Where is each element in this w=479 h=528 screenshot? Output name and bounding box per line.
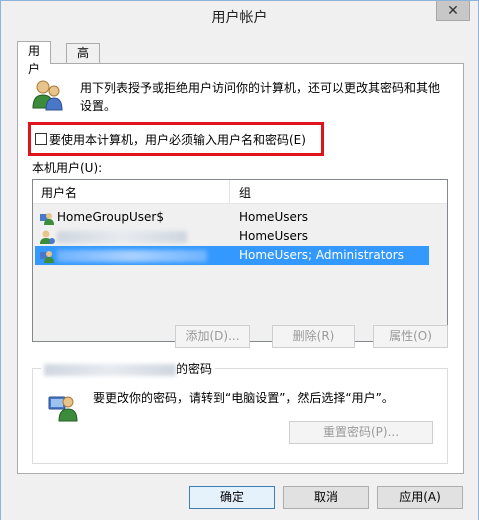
delete-user-button[interactable]: 删除(R) (272, 325, 355, 348)
reset-password-button[interactable]: 重置密码(P)... (289, 421, 433, 444)
window-title: 用户帐户 (211, 10, 268, 26)
user-icon (40, 213, 54, 225)
user-accounts-window: 用户帐户 ✕ 用户 高级 用下列表授予或拒绝用户访问你的计算机，还可以更改其密码… (0, 0, 479, 528)
password-hint-text: 要更改你的密码，请转到“电脑设置”，然后选择“用户”。 (93, 391, 394, 405)
row-group: HomeUsers (239, 229, 309, 243)
row-group: HomeUsers; Administrators (239, 248, 404, 262)
list-header: 用户名 组 (33, 180, 447, 204)
bottom-strip (0, 520, 479, 528)
password-group-title-suffix: 的密码 (176, 362, 213, 376)
users-list[interactable]: 用户名 组 HomeGroupUser$ HomeUsers HomeUsers… (32, 179, 448, 342)
tab-users[interactable]: 用户 (17, 41, 52, 76)
users-list-label: 本机用户(U): (32, 161, 103, 175)
user-icon (40, 230, 55, 244)
column-header-username[interactable]: 用户名 (41, 184, 77, 201)
apply-button[interactable]: 应用(A) (377, 486, 463, 509)
user-key-icon (48, 396, 78, 422)
redacted-username (44, 363, 176, 376)
password-group-title: 的密码 (41, 360, 216, 377)
cancel-button[interactable]: 取消 (283, 486, 369, 509)
row-group: HomeUsers (239, 210, 309, 224)
row-username-redacted (57, 248, 207, 262)
users-icon (32, 80, 63, 111)
add-user-button[interactable]: 添加(D)... (175, 325, 250, 348)
password-groupbox: 的密码 要更改你的密码，请转到“电脑设置”，然后选择“用户”。 重置密码(P).… (32, 360, 448, 464)
close-button[interactable]: ✕ (436, 1, 470, 21)
table-row[interactable]: HomeGroupUser$ HomeUsers (35, 208, 429, 227)
table-row[interactable]: HomeUsers (35, 227, 429, 246)
users-tab-panel: 用下列表授予或拒绝用户访问你的计算机，还可以更改其密码和其他设置。 要使用本计算… (17, 63, 464, 474)
tab-advanced[interactable]: 高级 (66, 43, 101, 78)
ok-button[interactable]: 确定 (189, 486, 275, 509)
close-icon: ✕ (447, 2, 459, 19)
column-header-group[interactable]: 组 (239, 184, 251, 201)
require-password-label[interactable]: 要使用本计算机，用户必须输入用户名和密码(E) (49, 131, 306, 148)
intro-description: 用下列表授予或拒绝用户访问你的计算机，还可以更改其密码和其他设置。 (80, 81, 441, 113)
row-username-redacted (57, 229, 187, 243)
properties-button[interactable]: 属性(O) (373, 325, 448, 348)
title-bar: 用户帐户 ✕ (1, 1, 478, 33)
user-icon (40, 251, 54, 263)
highlight-box: 要使用本计算机，用户必须输入用户名和密码(E) (28, 122, 324, 156)
table-row-selected[interactable]: HomeUsers; Administrators (35, 246, 429, 265)
column-divider[interactable] (229, 180, 230, 204)
row-username: HomeGroupUser$ (57, 210, 164, 224)
require-password-checkbox[interactable] (35, 133, 47, 145)
